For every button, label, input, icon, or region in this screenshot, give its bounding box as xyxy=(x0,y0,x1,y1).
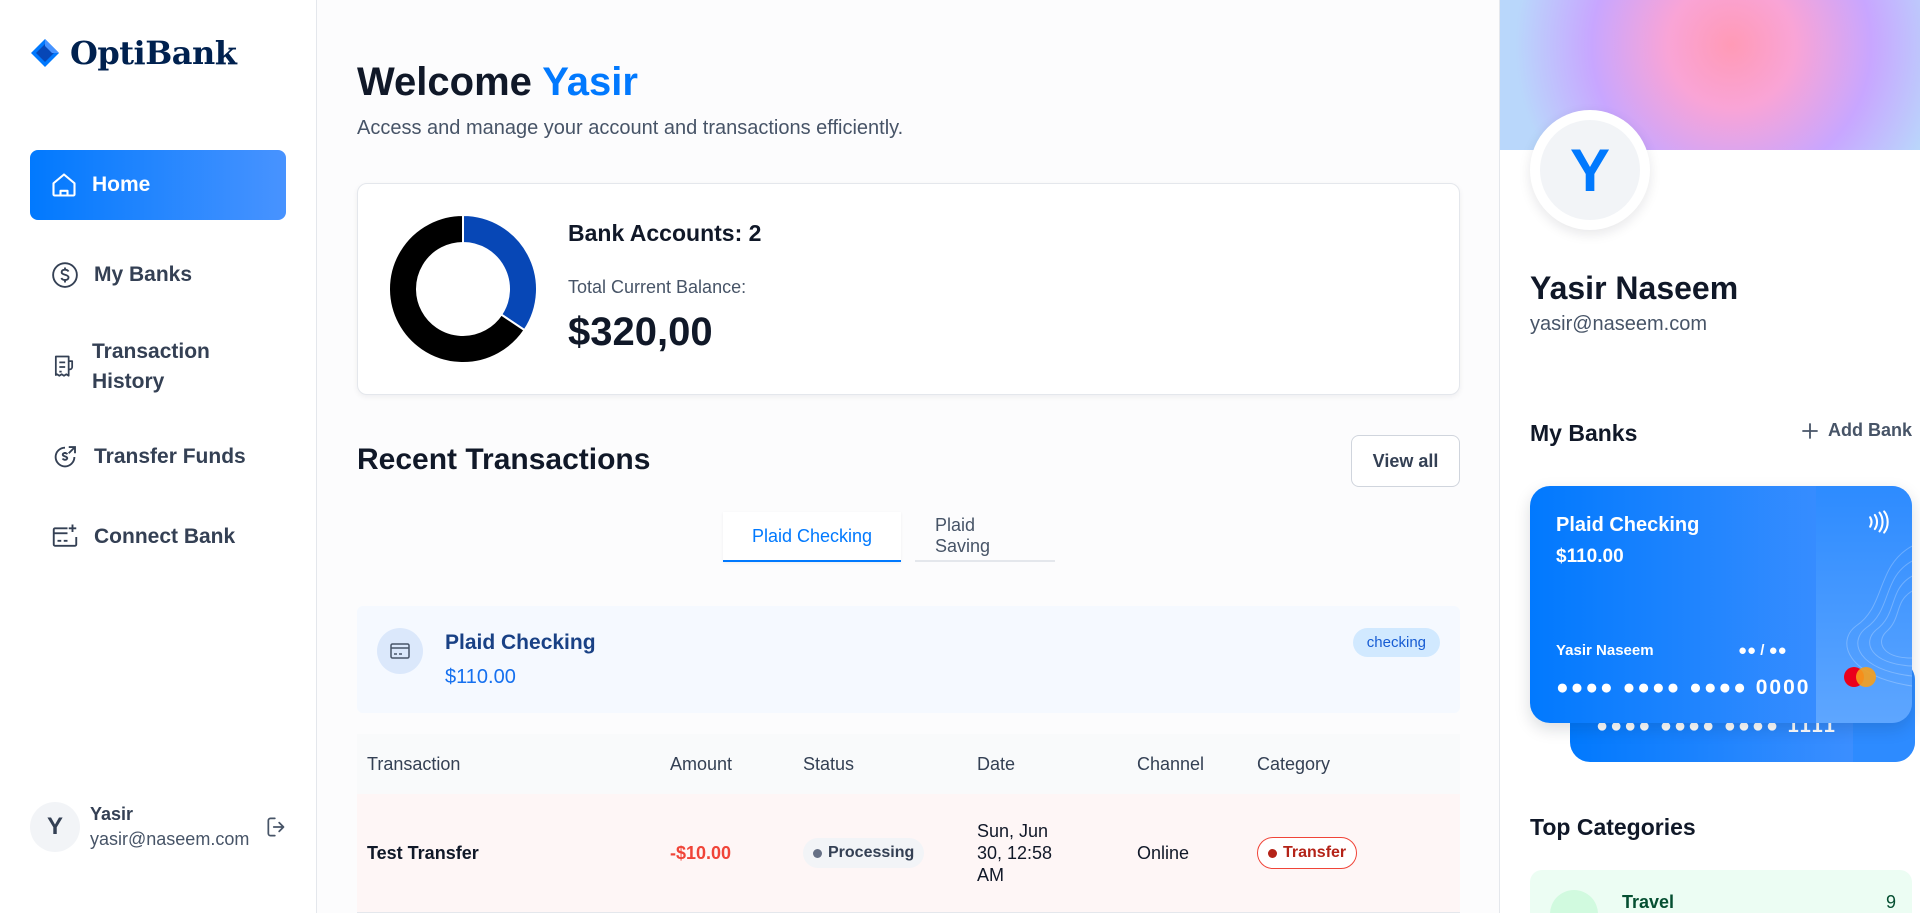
total-balance-card: Bank Accounts: 2 Total Current Balance: … xyxy=(357,183,1460,395)
view-all-button[interactable]: View all xyxy=(1351,435,1460,487)
receipt-icon xyxy=(54,355,74,377)
card-icon xyxy=(390,643,410,659)
plus-icon xyxy=(1802,422,1818,439)
tab-plaid-checking[interactable]: Plaid Checking xyxy=(723,512,901,562)
account-name: Plaid Checking xyxy=(445,631,596,654)
profile-name: Yasir Naseem xyxy=(1530,270,1739,306)
page-title: Welcome Yasir xyxy=(357,60,638,105)
date-line: Sun, Jun xyxy=(977,821,1049,841)
status-badge: Processing xyxy=(803,838,925,868)
card-add-icon xyxy=(52,524,78,547)
column-header: Channel xyxy=(1137,753,1205,774)
tab-plaid-saving[interactable]: Plaid Saving xyxy=(915,512,1055,562)
transactions-table: Transaction Amount Status Date Channel C… xyxy=(357,734,1460,913)
sidebar-item-transfer-funds[interactable]: Transfer Funds xyxy=(30,422,286,492)
home-icon xyxy=(52,173,76,197)
sidebar: OptiBank Home My Banks Transaction Histo… xyxy=(0,0,317,913)
column-header: Category xyxy=(1257,753,1331,774)
sidebar-item-label: Home xyxy=(92,173,151,196)
contactless-icon xyxy=(1869,510,1889,534)
status-text: Processing xyxy=(828,844,915,861)
user-name: Yasir xyxy=(90,804,134,824)
card-holder-name: Yasir Naseem xyxy=(1556,642,1654,659)
total-balance-value: $320,00 xyxy=(568,310,713,354)
sidebar-item-transaction-history[interactable]: Transaction History xyxy=(30,322,286,412)
welcome-name: Yasir xyxy=(542,60,638,104)
dollar-circle-icon xyxy=(52,262,78,288)
column-header: Status xyxy=(803,753,855,774)
sidebar-item-connect-bank[interactable]: Connect Bank xyxy=(30,502,286,572)
category-dot-icon xyxy=(1268,848,1277,858)
welcome-prefix: Welcome xyxy=(357,60,532,104)
selected-account-banner: Plaid Checking $110.00 checking xyxy=(357,606,1460,713)
account-balance: $110.00 xyxy=(445,666,516,688)
account-type-badge: checking xyxy=(1352,628,1440,657)
add-bank-label: Add Bank xyxy=(1828,420,1913,440)
recent-transactions-title: Recent Transactions xyxy=(357,443,651,476)
card-number: ●●●● ●●●● ●●●● 0000 xyxy=(1556,676,1811,699)
category-badge: Transfer xyxy=(1257,837,1358,869)
top-categories-title: Top Categories xyxy=(1530,814,1696,840)
column-header: Transaction xyxy=(367,753,461,774)
mastercard-icon xyxy=(1844,667,1876,687)
category-item[interactable]: Travel 9 xyxy=(1530,870,1912,913)
card-bank-name: Plaid Checking xyxy=(1556,514,1700,536)
date-line: 30, 12:58 xyxy=(977,843,1053,863)
money-send-icon xyxy=(54,446,76,468)
logout-icon[interactable] xyxy=(264,814,290,840)
sidebar-item-home[interactable]: Home xyxy=(30,150,286,220)
date-line: AM xyxy=(977,865,1004,885)
column-header: Amount xyxy=(670,753,733,774)
transaction-amount: -$10.00 xyxy=(670,842,732,863)
sidebar-item-my-banks[interactable]: My Banks xyxy=(30,240,286,310)
account-tabs: Plaid Checking Plaid Saving xyxy=(723,512,1055,562)
add-bank-button[interactable]: Add Bank xyxy=(1800,420,1912,441)
transaction-channel: Online xyxy=(1137,842,1190,863)
category-count: 9 xyxy=(1885,892,1896,912)
right-sidebar: Y Yasir Naseem yasir@naseem.com My Banks… xyxy=(1499,0,1920,913)
my-banks-title: My Banks xyxy=(1530,420,1638,446)
balance-donut-chart xyxy=(388,214,538,364)
category-text: Transfer xyxy=(1283,844,1347,861)
donut-slice-0 xyxy=(462,214,538,332)
column-header: Date xyxy=(977,753,1016,774)
transaction-name: Test Transfer xyxy=(367,842,479,863)
sidebar-item-label: Transfer Funds xyxy=(94,445,246,468)
logo-icon xyxy=(31,39,59,67)
profile-initial: Y xyxy=(1540,120,1640,220)
sidebar-item-label: My Banks xyxy=(94,263,193,286)
sidebar-nav: Home My Banks Transaction History Transf… xyxy=(30,150,286,572)
transaction-date: Sun, Jun 30, 12:58 AM xyxy=(977,820,1137,886)
sidebar-item-label: Connect Bank xyxy=(94,525,236,548)
table-row[interactable]: Test Transfer -$10.00 Processing Sun, Ju… xyxy=(357,794,1460,913)
card-expiry: ●● / ●● xyxy=(1738,642,1787,659)
category-name: Travel xyxy=(1622,892,1675,912)
sidebar-item-label: Transaction History xyxy=(92,340,210,393)
page-subtitle: Access and manage your account and trans… xyxy=(357,117,904,139)
bank-card-front[interactable]: Plaid Checking $110.00 Yasir Naseem ●● /… xyxy=(1530,486,1912,723)
app-logo[interactable]: OptiBank xyxy=(30,34,237,72)
table-header: Transaction Amount Status Date Channel C… xyxy=(357,734,1460,794)
avatar[interactable]: Y xyxy=(30,802,80,852)
card-balance: $110.00 xyxy=(1556,546,1624,567)
profile-email: yasir@naseem.com xyxy=(1530,313,1708,335)
profile-avatar[interactable]: Y xyxy=(1530,110,1650,230)
status-dot-icon xyxy=(813,848,822,858)
total-balance-label: Total Current Balance: xyxy=(568,277,747,297)
travel-icon xyxy=(1550,890,1598,913)
account-icon-wrap xyxy=(377,628,423,674)
sidebar-user: Y Yasir yasir@naseem.com xyxy=(30,802,290,852)
user-email: yasir@naseem.com xyxy=(90,829,250,849)
app-name: OptiBank xyxy=(70,34,237,72)
bank-accounts-count: Bank Accounts: 2 xyxy=(568,220,762,246)
main-content: Welcome Yasir Access and manage your acc… xyxy=(317,0,1499,913)
